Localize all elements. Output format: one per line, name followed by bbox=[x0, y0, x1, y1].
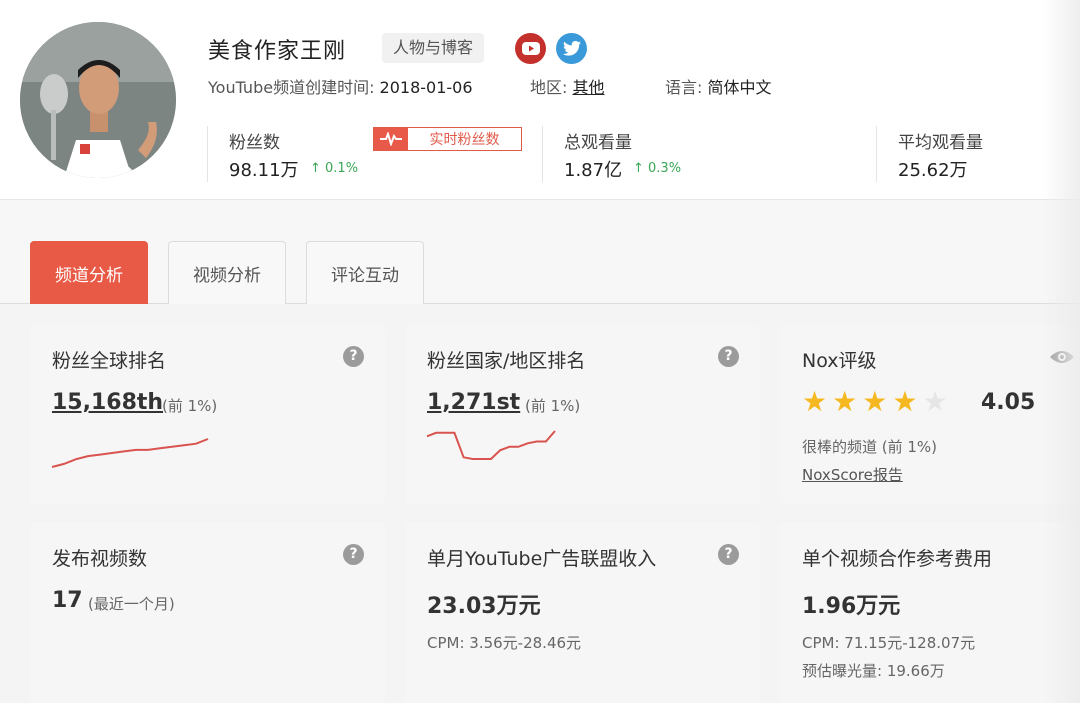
region-link[interactable]: 其他 bbox=[572, 78, 604, 97]
coop-fee-value: 1.96万元 bbox=[802, 594, 901, 619]
coop-fee-exposure: 预估曝光量: 19.66万 bbox=[802, 662, 945, 680]
ad-income-value: 23.03万元 bbox=[427, 594, 541, 619]
fans-label: 粉丝数 bbox=[229, 133, 280, 153]
ad-income-title: 单月YouTube广告联盟收入 bbox=[427, 548, 657, 570]
country-rank-note: (前 1%) bbox=[525, 397, 581, 415]
global-rank-value[interactable]: 15,168th bbox=[52, 390, 163, 415]
star-filled-icon: ★ bbox=[832, 385, 858, 418]
video-count-value: 17 bbox=[52, 588, 83, 613]
tab-channel-analysis[interactable]: 频道分析 bbox=[30, 241, 148, 304]
star-filled-icon: ★ bbox=[802, 385, 828, 418]
global-rank-sparkline bbox=[51, 438, 209, 468]
tabs-bar: 频道分析 视频分析 评论互动 bbox=[0, 200, 1080, 304]
tab-video-analysis[interactable]: 视频分析 bbox=[168, 241, 286, 304]
star-filled-icon: ★ bbox=[862, 385, 888, 418]
realtime-fans-label: 实时粉丝数 bbox=[429, 132, 500, 148]
divider bbox=[542, 126, 543, 182]
video-count-title: 发布视频数 bbox=[52, 548, 148, 570]
twitter-icon[interactable] bbox=[556, 33, 587, 64]
created-date: YouTube频道创建时间: 2018-01-06 bbox=[208, 78, 473, 97]
youtube-icon[interactable] bbox=[515, 33, 546, 64]
category-tag[interactable]: 人物与博客 bbox=[382, 33, 485, 63]
coop-fee-cpm: CPM: 71.15元-128.07元 bbox=[802, 634, 976, 652]
ad-income-card: 单月YouTube广告联盟收入 ? 23.03万元 CPM: 3.56元-28.… bbox=[405, 522, 760, 703]
country-rank-sparkline bbox=[426, 430, 556, 460]
video-count-card: 发布视频数 ? 17 (最近一个月) bbox=[30, 522, 385, 703]
country-rank-value[interactable]: 1,271st bbox=[427, 390, 520, 415]
avg-views-label: 平均观看量 bbox=[898, 133, 983, 153]
global-rank-note: (前 1%) bbox=[162, 397, 218, 415]
views-value: 1.87亿 bbox=[564, 160, 623, 181]
nox-score: 4.05 bbox=[981, 390, 1036, 415]
nox-rating-desc: 很棒的频道 (前 1%) bbox=[802, 438, 938, 456]
noxscore-report-link[interactable]: NoxScore报告 bbox=[802, 464, 903, 485]
coop-fee-title: 单个视频合作参考费用 bbox=[802, 548, 993, 570]
global-rank-title: 粉丝全球排名 bbox=[52, 350, 167, 372]
global-rank-trend-line bbox=[51, 438, 209, 468]
country-rank-title: 粉丝国家/地区排名 bbox=[427, 350, 586, 372]
fans-delta: ↑ 0.1% bbox=[310, 161, 359, 176]
country-rank-card: 粉丝国家/地区排名 ? 1,271st (前 1%) bbox=[405, 324, 760, 504]
help-icon[interactable]: ? bbox=[718, 544, 739, 565]
help-icon[interactable]: ? bbox=[343, 544, 364, 565]
avg-views-value: 25.62万 bbox=[898, 160, 968, 181]
fans-value: 98.11万 bbox=[229, 160, 299, 181]
channel-header: 美食作家王刚 人物与博客 YouTube频道创建时间: 2018-01-06 地… bbox=[0, 0, 1080, 200]
star-empty-icon: ★ bbox=[922, 385, 948, 418]
channel-name: 美食作家王刚 bbox=[208, 39, 347, 64]
ad-income-cpm: CPM: 3.56元-28.46元 bbox=[427, 634, 582, 652]
star-filled-icon: ★ bbox=[892, 385, 918, 418]
help-icon[interactable]: ? bbox=[718, 346, 739, 367]
star-rating: ★ ★ ★ ★ ★ bbox=[802, 388, 948, 416]
realtime-fans-button[interactable]: 实时粉丝数 bbox=[373, 127, 522, 151]
views-label: 总观看量 bbox=[564, 133, 632, 153]
global-rank-card: 粉丝全球排名 ? 15,168th (前 1%) bbox=[30, 324, 385, 504]
country-rank-trend-line bbox=[426, 430, 556, 460]
edge-fade bbox=[1042, 0, 1080, 703]
region: 地区: 其他 bbox=[530, 78, 605, 97]
divider bbox=[207, 126, 208, 182]
language: 语言: 简体中文 bbox=[665, 78, 772, 97]
pulse-icon bbox=[374, 128, 408, 150]
avatar bbox=[20, 22, 176, 178]
help-icon[interactable]: ? bbox=[343, 346, 364, 367]
coop-fee-card: 单个视频合作参考费用 1.96万元 CPM: 71.15元-128.07元 预估… bbox=[780, 522, 1080, 703]
tab-comment-interaction[interactable]: 评论互动 bbox=[306, 241, 424, 304]
nox-rating-title: Nox评级 bbox=[802, 350, 877, 372]
video-count-note: (最近一个月) bbox=[88, 595, 175, 613]
divider bbox=[876, 126, 877, 182]
views-delta: ↑ 0.3% bbox=[633, 161, 682, 176]
